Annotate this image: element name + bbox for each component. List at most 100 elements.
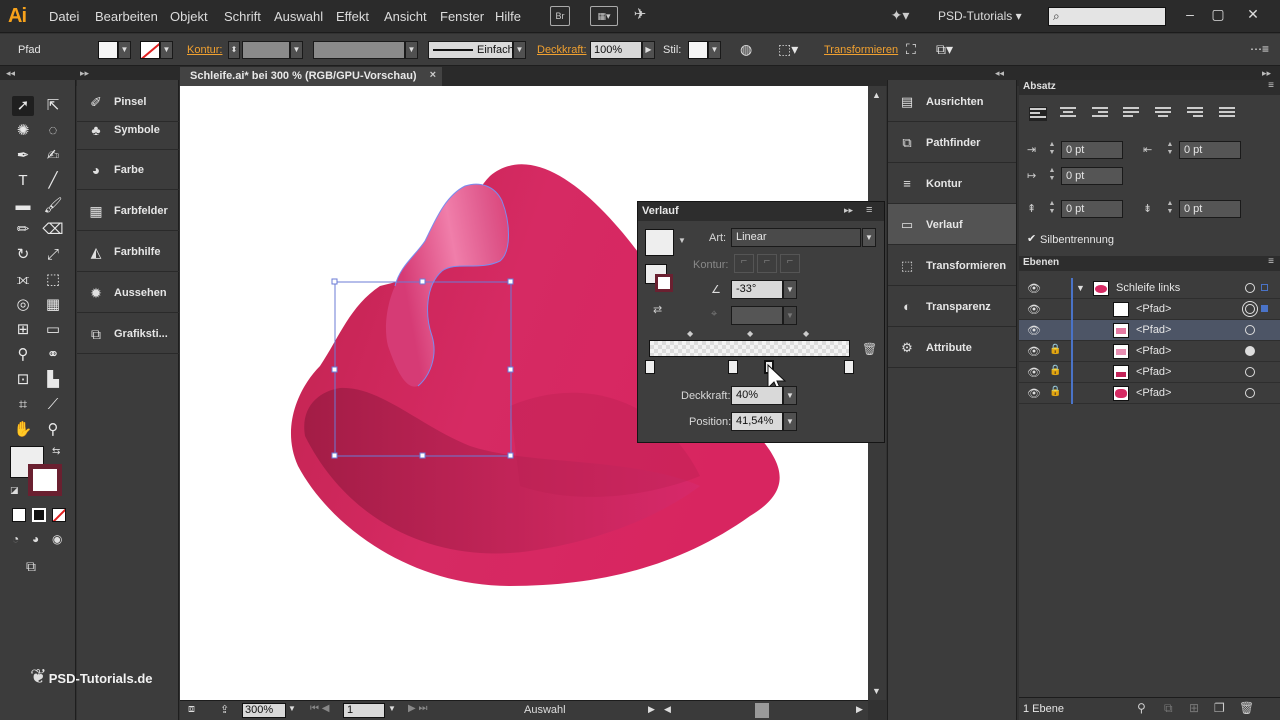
stroke-label[interactable]: Kontur: [187,44,222,56]
rectangle-tool-icon[interactable]: ▬ [12,196,34,216]
midpoint-diamond-2[interactable]: ◆ [747,329,753,338]
gradient-preset-dropdown-icon[interactable]: ▼ [678,236,686,245]
layer-name[interactable]: <Pfad> [1136,303,1171,315]
scale-tool-icon[interactable]: ⤢ [42,245,64,265]
lock-icon[interactable]: 🔒 [1049,365,1061,379]
layers-panel-header[interactable]: Ebenen ≡ [1019,256,1280,271]
gradient-stop-2[interactable] [728,360,738,374]
scroll-up-icon[interactable]: ▲ [872,90,881,100]
visibility-eye-icon[interactable]: 👁 [1027,387,1041,400]
align-right-button[interactable] [1092,107,1110,121]
first-line-indent-stepper[interactable]: ▲ ▼ [1047,167,1057,185]
left-indent-stepper[interactable]: ▲ ▼ [1047,141,1057,159]
scroll-left-icon[interactable]: ◀ [664,704,671,715]
symbol-sprayer-tool-icon[interactable]: ⊡ [12,370,34,390]
curvature-tool-icon[interactable]: ✍ [42,146,64,166]
lock-icon[interactable]: 🔒 [1049,344,1061,358]
gradient-stop-4[interactable] [844,360,854,374]
stop-opacity-dropdown[interactable]: ▼ [783,386,797,405]
bridge-button[interactable]: Br [550,6,570,26]
expand-panel-icon[interactable]: ▸▸ [80,68,89,79]
align-left-button[interactable] [1029,107,1047,121]
stroke-gradient-within-icon[interactable]: ⌐ [734,254,754,273]
artboard-dropdown-icon[interactable]: ▼ [388,704,396,713]
export-icon[interactable]: ⇪ [220,703,229,716]
screen-mode-icon[interactable]: ⧉ [26,558,36,575]
type-tool-icon[interactable]: T [12,171,34,191]
align-center-button[interactable] [1060,107,1078,121]
slice-tool-icon[interactable]: ⟋ [42,395,64,415]
free-transform-tool-icon[interactable]: ⬚ [42,270,64,290]
delete-stop-icon[interactable]: 🗑 [862,342,877,356]
panel-pathfinder[interactable]: ⧉ Pathfinder [888,122,1016,163]
column-graph-tool-icon[interactable]: ▙ [42,370,64,390]
stop-position-field[interactable]: 41,54% [731,412,783,431]
workspace-switcher[interactable]: PSD-Tutorials ▾ [938,9,1022,23]
delete-layer-icon[interactable]: 🗑 [1239,701,1254,715]
reverse-gradient-icon[interactable]: ⇄ [653,303,662,316]
gradient-slider[interactable] [649,340,850,357]
recolor-artwork-icon[interactable]: ◍ [740,41,752,58]
close-tab-button[interactable]: × [430,69,436,81]
right-indent-field[interactable]: 0 pt [1179,141,1241,159]
horizontal-scroll-thumb[interactable] [755,703,769,718]
stroke-indicator[interactable] [655,274,673,292]
mesh-tool-icon[interactable]: ⊞ [12,320,34,340]
style-swatch[interactable] [688,41,708,59]
layers-panel-menu-icon[interactable]: ≡ [1268,256,1274,267]
perspective-grid-tool-icon[interactable]: ▦ [42,295,64,315]
color-mode-icon[interactable] [12,508,26,522]
midpoint-diamond-1[interactable]: ◆ [687,329,693,338]
paragraph-panel-header[interactable]: Absatz ≡ [1019,80,1280,95]
layer-name[interactable]: <Pfad> [1136,366,1171,378]
hand-tool-icon[interactable]: ✋ [12,420,34,440]
layer-group-row[interactable]: 👁 ▼ Schleife links [1019,278,1280,299]
gradient-panel-header[interactable]: Verlauf ▸▸ ≡ [638,202,884,221]
magic-wand-tool-icon[interactable]: ✺ [12,121,34,141]
panel-grafikstile[interactable]: ⧉ Grafiksti... [77,314,179,354]
gradient-mode-icon[interactable] [32,508,46,522]
layer-row-2-selected[interactable]: 👁 <Pfad> [1019,320,1280,341]
opacity-field[interactable]: 100% [590,41,642,59]
last-artboard-icon[interactable]: ▶ ⏭ [408,703,427,714]
minimize-button[interactable]: – [1180,6,1200,26]
status-menu-icon[interactable]: ▶ [648,704,655,715]
layer-target-icon[interactable] [1245,304,1255,314]
draw-inside-icon[interactable]: ◉ [52,532,62,546]
layer-target-icon[interactable] [1245,283,1255,293]
gradient-tool-icon[interactable]: ▭ [42,320,64,340]
panel-attribute[interactable]: ⚙ Attribute [888,327,1016,368]
select-similar-icon[interactable]: ⧉▾ [936,41,953,58]
menu-schrift[interactable]: Schrift [224,9,261,24]
layer-name[interactable]: <Pfad> [1136,345,1171,357]
panel-ausrichten[interactable]: ▤ Ausrichten [888,81,1016,122]
midpoint-diamond-3[interactable]: ◆ [803,329,809,338]
direct-selection-tool-icon[interactable]: ⇱ [42,96,64,116]
first-artboard-icon[interactable]: ⏮ ◀ [310,703,329,714]
variable-width-field[interactable] [313,41,405,59]
justify-center-button[interactable] [1155,107,1173,121]
arrange-documents-icon[interactable]: ▦▾ [590,6,618,26]
layer-selection-indicator[interactable] [1261,284,1268,291]
visibility-eye-icon[interactable]: 👁 [1027,303,1041,316]
panel-collapse-icon[interactable]: ▸▸ [844,205,853,216]
visibility-eye-icon[interactable]: 👁 [1027,282,1041,295]
menu-bearbeiten[interactable]: Bearbeiten [95,9,158,24]
layer-target-icon[interactable] [1245,367,1255,377]
stroke-swatch[interactable] [140,41,160,59]
layer-row-5[interactable]: 👁 🔒 <Pfad> [1019,383,1280,404]
gpu-performance-icon[interactable]: ✈ [630,6,650,26]
artboard-nav-icon[interactable]: ⧈ [188,703,195,716]
line-tool-icon[interactable]: ╱ [42,171,64,191]
right-indent-stepper[interactable]: ▲ ▼ [1165,141,1175,159]
justify-left-button[interactable] [1123,107,1141,121]
clipping-mask-icon[interactable]: ⧉ [1164,701,1173,716]
stroke-weight-stepper[interactable]: ⬍ [228,41,240,59]
eyedropper-tool-icon[interactable]: ⚲ [12,345,34,365]
zoom-field[interactable]: 300% [242,703,286,718]
stroke-weight-dropdown[interactable]: ▼ [290,41,303,59]
aspect-ratio-dropdown[interactable]: ▼ [783,306,797,325]
panel-farbhilfe[interactable]: ◭ Farbhilfe [77,232,179,272]
fill-dropdown[interactable]: ▼ [118,41,131,59]
align-to-icon[interactable]: ⬚▾ [778,41,798,58]
